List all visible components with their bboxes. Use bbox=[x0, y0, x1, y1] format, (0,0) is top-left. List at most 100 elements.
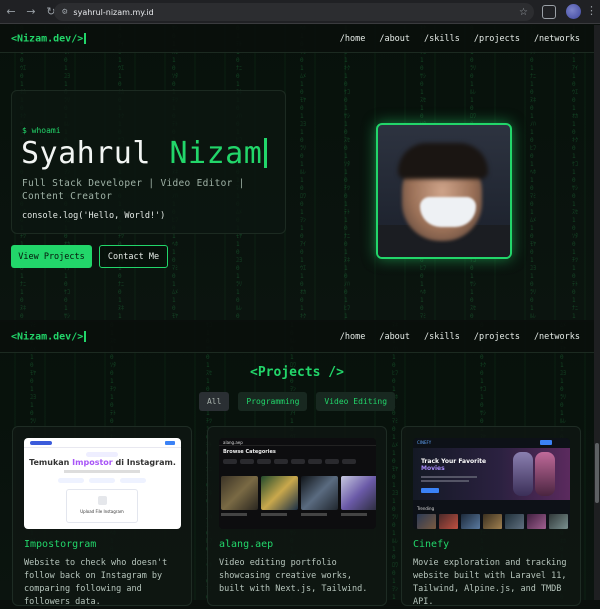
site-settings-icon[interactable]: ⚙ bbox=[62, 7, 67, 17]
photo-mask bbox=[420, 197, 476, 227]
thumb-line bbox=[421, 480, 469, 482]
project-description: Website to check who doesn't follow back… bbox=[24, 558, 168, 607]
thumb-caption bbox=[341, 513, 367, 516]
hero-subtitle: Full Stack Developer | Video Editor | Co… bbox=[22, 178, 245, 202]
logo-text: <Nizam.dev/> bbox=[11, 33, 84, 45]
project-description: Video editing portfolio showcasing creat… bbox=[219, 558, 368, 594]
thumb-headline-text: Track Your Favorite bbox=[421, 458, 487, 465]
address-text: syahrul-nizam.my.id bbox=[73, 7, 154, 17]
thumb-line bbox=[421, 476, 477, 478]
nav-link-skills[interactable]: /skills bbox=[424, 34, 460, 44]
thumb-cta bbox=[421, 488, 439, 493]
thumb-poster bbox=[483, 514, 502, 529]
nav-link-home-2[interactable]: /home bbox=[340, 332, 366, 342]
extensions-icon[interactable] bbox=[542, 5, 556, 19]
page-scrollbar[interactable] bbox=[594, 25, 600, 600]
contact-me-button[interactable]: Contact Me bbox=[99, 245, 168, 268]
thumb-tag bbox=[291, 459, 305, 464]
thumb-chip bbox=[58, 478, 84, 483]
view-projects-button[interactable]: View Projects bbox=[11, 245, 92, 268]
nav-links: /home /about /skills /projects /networks bbox=[340, 34, 580, 44]
hero-last-name: Nizam bbox=[169, 136, 263, 171]
hero-name: Syahrul Nizam bbox=[21, 136, 268, 171]
nav-link-networks[interactable]: /networks bbox=[534, 34, 580, 44]
thumb-figure bbox=[513, 452, 533, 496]
filter-programming[interactable]: Programming bbox=[238, 392, 308, 411]
thumb-tag bbox=[325, 459, 339, 464]
thumb-poster bbox=[417, 514, 436, 529]
project-card-impostorgram[interactable]: Temukan Impostor di Instagram. Upload Fi… bbox=[12, 426, 192, 607]
nav-link-about[interactable]: /about bbox=[379, 34, 410, 44]
thumb-video-tile bbox=[261, 476, 298, 510]
thumb-headline-accent: Impostor bbox=[72, 458, 113, 467]
hero-code-line: console.log('Hello, World!') bbox=[22, 211, 166, 221]
project-card-alang-aep[interactable]: alang.aep Browse Categories alang.aep Vi… bbox=[207, 426, 387, 606]
thumb-poster bbox=[527, 514, 546, 529]
profile-avatar[interactable] bbox=[566, 4, 581, 19]
thumb-headline-plain: Temukan bbox=[29, 458, 73, 467]
photo-hair bbox=[398, 143, 488, 179]
upload-icon bbox=[98, 496, 107, 505]
project-thumbnail-impostorgram[interactable]: Temukan Impostor di Instagram. Upload Fi… bbox=[24, 438, 181, 529]
thumb-video-tile bbox=[301, 476, 338, 510]
thumb-headline-rest: di Instagram. bbox=[112, 458, 176, 467]
thumb-caption bbox=[221, 513, 247, 516]
nav-link-skills-2[interactable]: /skills bbox=[424, 332, 460, 342]
back-icon[interactable]: ← bbox=[2, 3, 20, 21]
thumb-section-title: Browse Categories bbox=[223, 449, 276, 455]
site-logo[interactable]: <Nizam.dev/> bbox=[11, 32, 87, 45]
nav-link-projects-2[interactable]: /projects bbox=[474, 332, 520, 342]
thumb-chip bbox=[120, 478, 146, 483]
thumb-caption bbox=[261, 513, 287, 516]
profile-photo bbox=[376, 123, 512, 259]
thumb-tag bbox=[342, 459, 356, 464]
thumb-tag bbox=[308, 459, 322, 464]
logo-text-2: <Nizam.dev/> bbox=[11, 331, 84, 343]
logo-cursor bbox=[84, 32, 87, 44]
forward-icon[interactable]: → bbox=[22, 3, 40, 21]
thumb-navbar bbox=[24, 438, 181, 448]
project-title[interactable]: alang.aep bbox=[219, 539, 273, 550]
thumb-pill bbox=[86, 452, 118, 457]
thumb-headline: Temukan Impostor di Instagram. bbox=[24, 458, 181, 467]
project-title[interactable]: Impostorgram bbox=[24, 539, 96, 550]
projects-navbar: <Nizam.dev/> /home /about /skills /proje… bbox=[0, 322, 594, 353]
thumb-poster bbox=[505, 514, 524, 529]
thumb-subline bbox=[64, 470, 140, 473]
logo-cursor-2 bbox=[84, 331, 87, 343]
hero-cursor bbox=[264, 138, 268, 168]
hero-prompt: $ whoami bbox=[22, 126, 61, 135]
browser-menu-icon[interactable]: ⋮ bbox=[586, 4, 597, 17]
nav-link-about-2[interactable]: /about bbox=[379, 332, 410, 342]
thumb-navbar: alang.aep bbox=[219, 438, 376, 446]
site-logo-2[interactable]: <Nizam.dev/> bbox=[11, 331, 87, 343]
thumb-poster bbox=[549, 514, 568, 529]
thumb-chip bbox=[89, 478, 115, 483]
thumb-poster bbox=[439, 514, 458, 529]
thumb-caption bbox=[301, 513, 327, 516]
project-thumbnail-alang-aep[interactable]: alang.aep Browse Categories bbox=[219, 438, 376, 529]
thumb-headline: Track Your Favorite Movies bbox=[421, 458, 486, 472]
thumb-tag bbox=[257, 459, 271, 464]
thumb-logo: alang.aep bbox=[223, 440, 243, 445]
thumb-tag bbox=[240, 459, 254, 464]
browser-toolbar: ← → ↻ ⚙ syahrul-nizam.my.id ☆ ⋮ bbox=[0, 0, 600, 24]
nav-link-networks-2[interactable]: /networks bbox=[534, 332, 580, 342]
project-title[interactable]: Cinefy bbox=[413, 539, 449, 550]
nav-link-home[interactable]: /home bbox=[340, 34, 366, 44]
project-card-cinefy[interactable]: CINEFY Track Your Favorite Movies Trendin… bbox=[401, 426, 581, 607]
top-navbar: <Nizam.dev/> /home /about /skills /proje… bbox=[0, 25, 594, 53]
address-bar[interactable]: ⚙ syahrul-nizam.my.id ☆ bbox=[54, 3, 534, 21]
filter-all[interactable]: All bbox=[198, 392, 230, 411]
thumb-section-title: Trending bbox=[417, 506, 435, 511]
bookmark-star-icon[interactable]: ☆ bbox=[519, 7, 528, 18]
thumb-logo bbox=[30, 441, 52, 445]
hero-first-name: Syahrul bbox=[21, 136, 151, 171]
thumb-navbar: CINEFY bbox=[413, 438, 570, 447]
nav-link-projects[interactable]: /projects bbox=[474, 34, 520, 44]
thumb-upload-text: Upload File Instagram bbox=[80, 509, 124, 514]
thumb-tag bbox=[223, 459, 237, 464]
project-thumbnail-cinefy[interactable]: CINEFY Track Your Favorite Movies Trendin… bbox=[413, 438, 570, 529]
filter-video-editing[interactable]: Video Editing bbox=[316, 392, 396, 411]
scrollbar-thumb[interactable] bbox=[595, 443, 599, 503]
